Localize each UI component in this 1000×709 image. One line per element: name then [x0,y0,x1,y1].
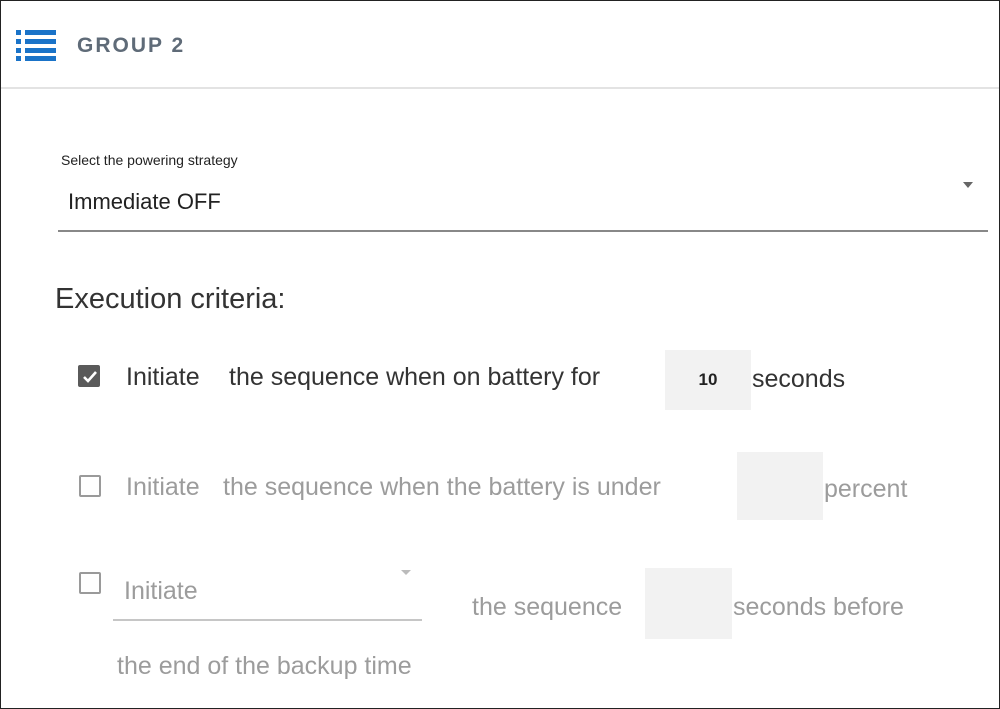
battery-level-checkbox[interactable] [79,475,101,497]
menu-icon[interactable] [16,28,56,62]
group-panel: GROUP 2 Select the powering strategy Imm… [0,0,1000,709]
group-header: GROUP 2 [1,1,999,89]
battery-duration-seconds-input[interactable]: 10 [665,350,751,410]
chevron-down-icon[interactable] [959,179,977,191]
check-icon [83,371,97,383]
battery-duration-prefix: Initiate [126,363,200,391]
initiate-dropdown-underline [113,619,422,621]
battery-duration-suffix: seconds [752,365,846,393]
chevron-down-icon[interactable] [399,568,413,577]
backup-time-line2: the end of the backup time [117,652,412,680]
backup-time-suffix: seconds before [733,593,904,621]
battery-duration-text: the sequence when on battery for [229,363,601,391]
battery-level-percent-input[interactable] [737,452,823,520]
strategy-select[interactable]: Immediate OFF [68,189,221,215]
execution-criteria-title: Execution criteria: [55,283,286,315]
battery-level-prefix: Initiate [126,473,200,501]
battery-level-suffix: percent [824,475,908,503]
backup-time-checkbox[interactable] [79,572,101,594]
strategy-select-underline [58,230,988,232]
backup-time-text: the sequence [472,593,623,621]
battery-level-text: the sequence when the battery is under [223,473,661,501]
battery-duration-checkbox[interactable] [78,365,100,387]
group-title: GROUP 2 [77,34,186,57]
backup-time-seconds-input[interactable] [645,568,732,639]
strategy-select-label: Select the powering strategy [61,152,238,168]
initiate-dropdown[interactable]: Initiate [124,577,198,606]
